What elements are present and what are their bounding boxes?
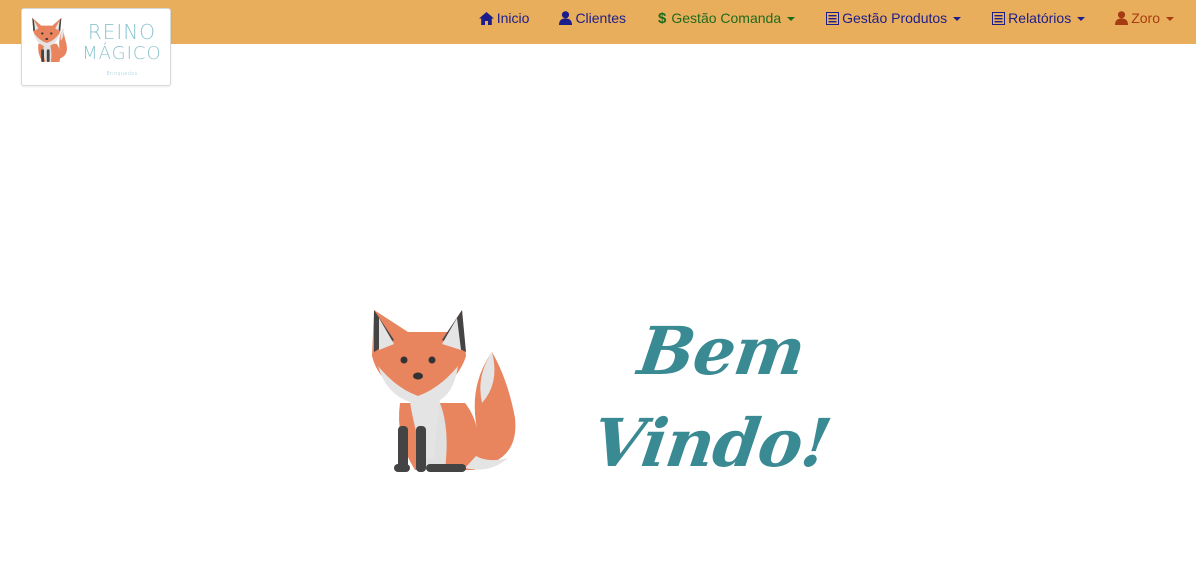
logo-tagline: Brinquedos bbox=[106, 71, 138, 77]
brand-logo[interactable]: REINO MÁGICO Brinquedos bbox=[21, 8, 171, 86]
welcome-line1: Bem bbox=[633, 312, 810, 390]
nav-label-user: Zoro bbox=[1131, 10, 1160, 26]
user-icon bbox=[1115, 11, 1129, 25]
list-icon bbox=[826, 11, 840, 25]
top-navbar: Inicio Clientes $ Gestão Comanda Gestão … bbox=[0, 0, 1196, 44]
chevron-down-icon bbox=[953, 17, 962, 21]
logo-wordmark: REINO MÁGICO Brinquedos bbox=[82, 21, 162, 77]
list-icon bbox=[992, 11, 1006, 25]
logo-name-line2: MÁGICO bbox=[82, 43, 162, 64]
fox-illustration-icon bbox=[372, 310, 516, 472]
user-icon bbox=[559, 11, 573, 25]
chevron-down-icon bbox=[1077, 17, 1086, 21]
nav-label-gestao-produtos: Gestão Produtos bbox=[842, 10, 948, 26]
nav-menu: Inicio Clientes $ Gestão Comanda Gestão … bbox=[478, 0, 1174, 36]
nav-label-clientes: Clientes bbox=[575, 10, 627, 26]
nav-label-gestao-comanda: Gestão Comanda bbox=[671, 10, 782, 26]
chevron-down-icon bbox=[787, 17, 796, 21]
home-icon bbox=[478, 11, 494, 25]
nav-item-gestao-comanda[interactable]: $ Gestão Comanda bbox=[658, 0, 796, 36]
nav-item-relatorios[interactable]: Relatórios bbox=[992, 0, 1086, 36]
dollar-icon: $ bbox=[658, 9, 667, 27]
logo-name-line1: REINO bbox=[87, 20, 156, 44]
fox-logo-icon bbox=[32, 17, 67, 62]
nav-item-gestao-produtos[interactable]: Gestão Produtos bbox=[826, 0, 962, 36]
welcome-message: Bem Vindo! bbox=[587, 305, 843, 489]
chevron-down-icon bbox=[1166, 17, 1174, 21]
nav-label-inicio: Inicio bbox=[496, 10, 530, 26]
nav-item-user-zoro[interactable]: Zoro bbox=[1115, 0, 1174, 36]
nav-label-relatorios: Relatórios bbox=[1008, 10, 1072, 26]
nav-item-clientes[interactable]: Clientes bbox=[559, 0, 626, 36]
welcome-line2: Vindo! bbox=[588, 404, 836, 482]
nav-item-inicio[interactable]: Inicio bbox=[478, 0, 530, 36]
